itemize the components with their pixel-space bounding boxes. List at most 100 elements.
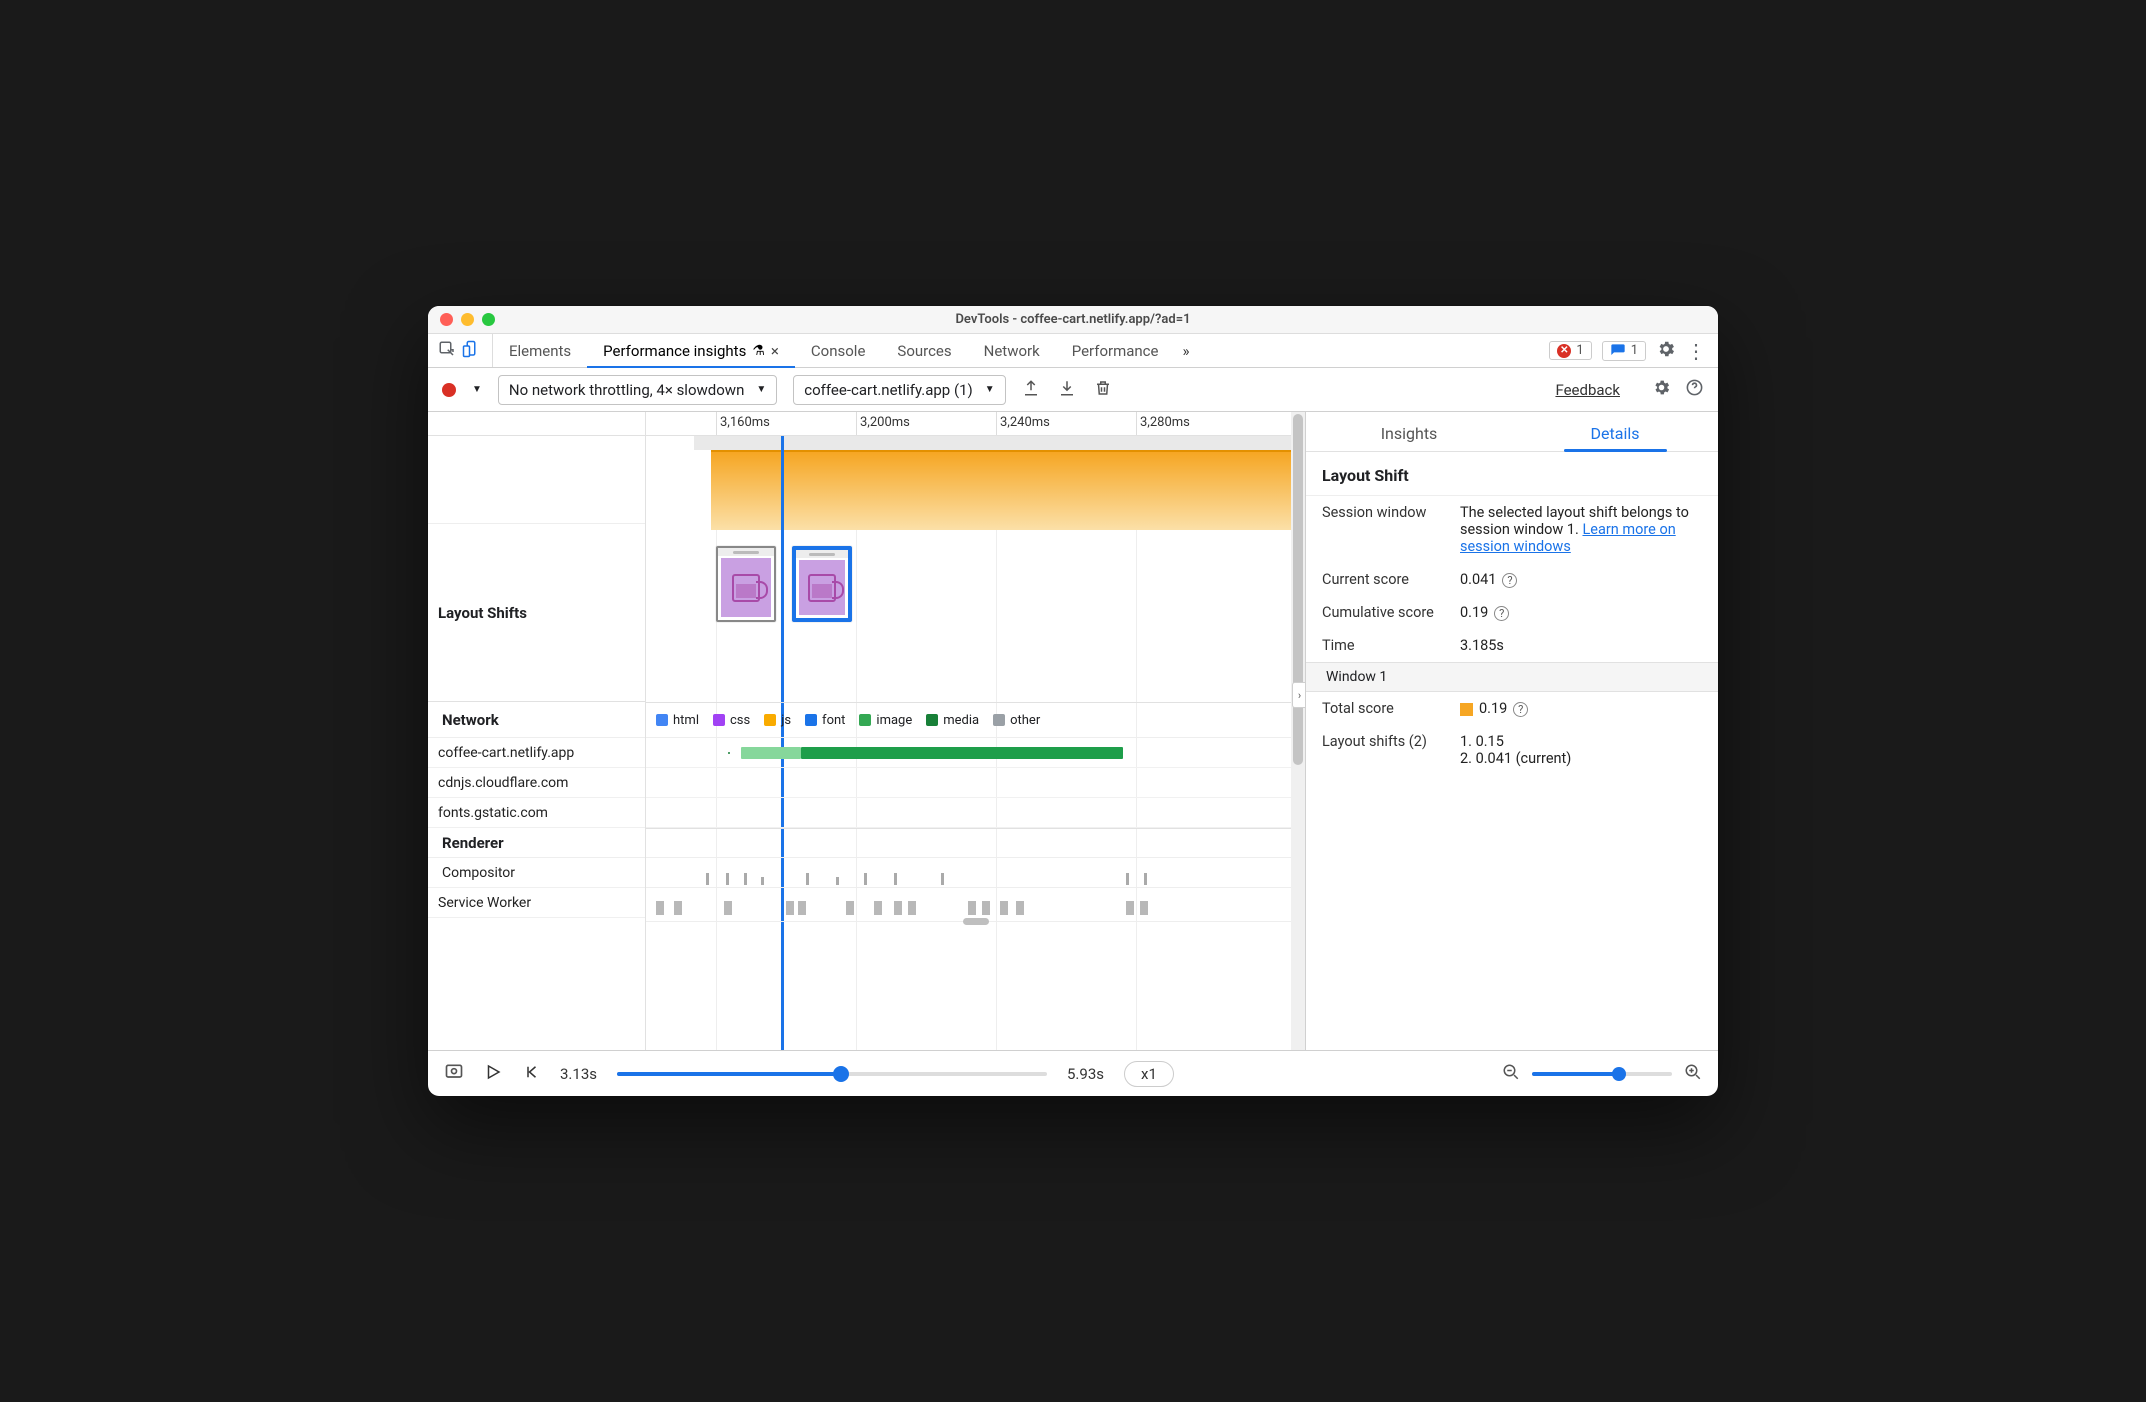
spacer (428, 436, 645, 524)
play-icon[interactable] (484, 1063, 502, 1085)
kv-cumulative-score: Cumulative score 0.19? (1306, 596, 1718, 629)
tab-sources[interactable]: Sources (881, 334, 967, 367)
recording-value: coffee-cart.netlify.app (1) (804, 381, 972, 399)
network-host-0[interactable]: coffee-cart.netlify.app (428, 738, 645, 768)
help-icon[interactable]: ? (1513, 702, 1528, 717)
inspect-element-icon[interactable] (438, 340, 456, 362)
toolbar: ▼ No network throttling, 4× slowdown ▼ c… (428, 368, 1718, 412)
total-score-value: 0.19 (1479, 700, 1507, 717)
service-worker-label[interactable]: Service Worker (428, 888, 645, 918)
tabs-overflow-button[interactable]: » (1175, 342, 1198, 360)
right-panel-tabs: Insights Details (1306, 412, 1718, 452)
kv-current-score: Current score 0.041? (1306, 563, 1718, 596)
zoom-slider[interactable] (1532, 1072, 1672, 1076)
collapse-right-panel-handle[interactable]: › (1292, 682, 1305, 708)
rtab-insights[interactable]: Insights (1306, 424, 1512, 451)
scrollbar-thumb[interactable] (1293, 414, 1303, 765)
feedback-link[interactable]: Feedback (1555, 381, 1620, 399)
zoom-out-icon[interactable] (1502, 1063, 1520, 1085)
slider-knob[interactable] (833, 1066, 849, 1082)
playback-speed[interactable]: x1 (1124, 1061, 1174, 1087)
legend-swatch-font (805, 714, 817, 726)
window-close-button[interactable] (440, 313, 453, 326)
record-button[interactable] (442, 383, 456, 397)
tab-label: Sources (897, 342, 951, 360)
inspect-tools (434, 334, 493, 367)
settings-gear-icon[interactable] (1656, 339, 1676, 363)
overflow-glyph: » (1183, 342, 1190, 360)
kv-layout-shifts: Layout shifts (2) 1. 0.15 2. 0.041 (curr… (1306, 725, 1718, 775)
throttling-select[interactable]: No network throttling, 4× slowdown ▼ (498, 375, 777, 405)
preview-toggle-icon[interactable] (444, 1062, 464, 1086)
rtab-details[interactable]: Details (1512, 424, 1718, 451)
help-icon[interactable] (1685, 378, 1704, 401)
tab-close-icon[interactable]: × (771, 342, 779, 360)
kv-key: Time (1322, 637, 1442, 654)
window1-header-text: Window 1 (1326, 669, 1387, 685)
compositor-section-label[interactable]: Compositor (428, 858, 645, 888)
score-color-chip (1460, 703, 1473, 716)
tab-performance-insights[interactable]: Performance insights ⚗︎ × (587, 334, 795, 367)
help-icon[interactable]: ? (1502, 573, 1517, 588)
tab-network[interactable]: Network (968, 334, 1056, 367)
kebab-menu-icon[interactable]: ⋮ (1686, 339, 1706, 363)
net-bar-download[interactable] (801, 747, 1123, 759)
network-host-1[interactable]: cdnjs.cloudflare.com (428, 768, 645, 798)
layout-shift-thumbnail-selected[interactable] (792, 546, 852, 622)
kv-session-window: Session window The selected layout shift… (1306, 496, 1718, 563)
vertical-scrollbar[interactable] (1291, 412, 1305, 1050)
legend-label: js (781, 713, 791, 728)
tab-performance[interactable]: Performance (1056, 334, 1175, 367)
tab-elements[interactable]: Elements (493, 334, 587, 367)
export-icon[interactable] (1022, 379, 1040, 401)
zoom-knob[interactable] (1612, 1067, 1626, 1081)
legend-swatch-html (656, 714, 668, 726)
error-icon: ✕ (1557, 344, 1571, 358)
renderer-section-label[interactable]: Renderer (428, 828, 645, 858)
rtab-label: Insights (1381, 424, 1438, 443)
kv-value: 0.041? (1460, 571, 1702, 588)
traffic-lights (440, 313, 495, 326)
window1-section-header[interactable]: Window 1 (1306, 662, 1718, 692)
legend-swatch-other (993, 714, 1005, 726)
legend-swatch-js (764, 714, 776, 726)
import-icon[interactable] (1058, 379, 1076, 401)
tab-console[interactable]: Console (795, 334, 882, 367)
legend-swatch-css (713, 714, 725, 726)
toolbar-actions (1022, 379, 1112, 401)
help-icon[interactable]: ? (1494, 606, 1509, 621)
messages-pill[interactable]: 1 (1602, 341, 1646, 361)
window-maximize-button[interactable] (482, 313, 495, 326)
timeline-canvas[interactable]: 3,160ms 3,200ms 3,240ms 3,280ms (646, 412, 1305, 1050)
window-minimize-button[interactable] (461, 313, 474, 326)
record-menu-caret[interactable]: ▼ (472, 384, 482, 395)
details-title: Layout Shift (1306, 452, 1718, 496)
layout-shifts-label: Layout Shifts (428, 524, 645, 702)
layout-shift-item[interactable]: 2. 0.041 (current) (1460, 750, 1702, 767)
rtab-label: Details (1591, 424, 1640, 443)
toolbar-right (1652, 378, 1704, 401)
ruler-tick: 3,160ms (720, 415, 770, 430)
net-bar-wait[interactable] (741, 747, 801, 759)
throttling-value: No network throttling, 4× slowdown (509, 381, 744, 399)
cls-cluster-bar[interactable] (711, 450, 1305, 530)
network-section-label[interactable]: Network (428, 702, 645, 738)
zoom-in-icon[interactable] (1684, 1063, 1702, 1085)
time-slider[interactable] (617, 1072, 1047, 1076)
device-mode-icon[interactable] (462, 340, 480, 362)
track-labels: Layout Shifts Network coffee-cart.netlif… (428, 412, 646, 1050)
current-score-value: 0.041 (1460, 571, 1496, 588)
step-back-icon[interactable] (522, 1063, 540, 1085)
right-panel: Insights Details Layout Shift Session wi… (1306, 412, 1718, 1050)
horizontal-scroll-grip[interactable] (963, 918, 989, 925)
ruler-tick: 3,280ms (1140, 415, 1190, 430)
errors-pill[interactable]: ✕ 1 (1549, 341, 1591, 360)
kv-time: Time 3.185s (1306, 629, 1718, 662)
layout-shift-thumbnail[interactable] (716, 546, 776, 622)
kv-key: Total score (1322, 700, 1442, 717)
layout-shift-item[interactable]: 1. 0.15 (1460, 733, 1702, 750)
network-host-2[interactable]: fonts.gstatic.com (428, 798, 645, 828)
panel-settings-gear-icon[interactable] (1652, 378, 1671, 401)
delete-icon[interactable] (1094, 379, 1112, 401)
recording-select[interactable]: coffee-cart.netlify.app (1) ▼ (793, 375, 1005, 405)
